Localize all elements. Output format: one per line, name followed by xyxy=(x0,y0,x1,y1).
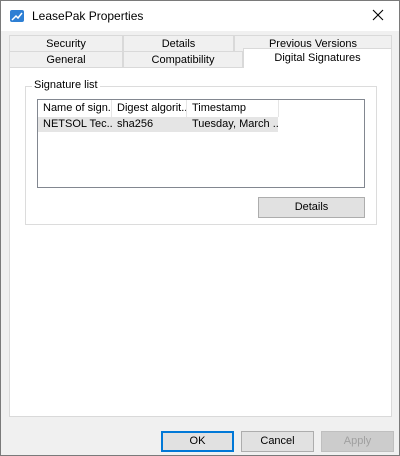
ok-button[interactable]: OK xyxy=(161,431,234,452)
tab-label: General xyxy=(46,54,86,66)
cancel-button[interactable]: Cancel xyxy=(241,431,314,452)
tab-label: Compatibility xyxy=(151,54,215,66)
tab-label: Details xyxy=(161,38,196,50)
signature-row[interactable]: NETSOL Tec... sha256 Tuesday, March ... xyxy=(38,117,279,132)
close-button[interactable] xyxy=(363,4,393,28)
tab-digital-signatures[interactable]: Digital Signatures xyxy=(243,48,392,68)
signature-list-group: Signature list Name of sign... Digest al… xyxy=(25,79,377,225)
apply-button[interactable]: Apply xyxy=(321,431,394,452)
tab-panel-digital-signatures: Signature list Name of sign... Digest al… xyxy=(9,67,392,417)
properties-window: LeasePak Properties Security Details Pre… xyxy=(0,0,400,456)
signature-list-label: Signature list xyxy=(32,79,100,91)
tab-label: Security xyxy=(46,38,86,50)
tab-compatibility[interactable]: Compatibility xyxy=(123,51,243,68)
tab-general[interactable]: General xyxy=(9,51,123,68)
details-button[interactable]: Details xyxy=(258,197,365,218)
title-bar: LeasePak Properties xyxy=(1,1,399,31)
properties-document-icon xyxy=(9,8,25,24)
listview-header: Name of sign... Digest algorit... Timest… xyxy=(38,100,364,117)
close-icon xyxy=(372,9,384,24)
signature-listview[interactable]: Name of sign... Digest algorit... Timest… xyxy=(37,99,365,188)
tab-label: Digital Signatures xyxy=(274,52,361,64)
tab-security[interactable]: Security xyxy=(9,35,123,52)
column-header-name[interactable]: Name of sign... xyxy=(38,100,112,117)
column-header-timestamp[interactable]: Timestamp xyxy=(187,100,279,117)
tab-details[interactable]: Details xyxy=(123,35,234,52)
column-header-digest[interactable]: Digest algorit... xyxy=(112,100,187,117)
window-title: LeasePak Properties xyxy=(32,9,144,23)
signature-digest-cell: sha256 xyxy=(117,118,154,130)
signature-timestamp-cell: Tuesday, March ... xyxy=(192,118,279,130)
signature-name-cell: NETSOL Tec... xyxy=(43,118,112,130)
